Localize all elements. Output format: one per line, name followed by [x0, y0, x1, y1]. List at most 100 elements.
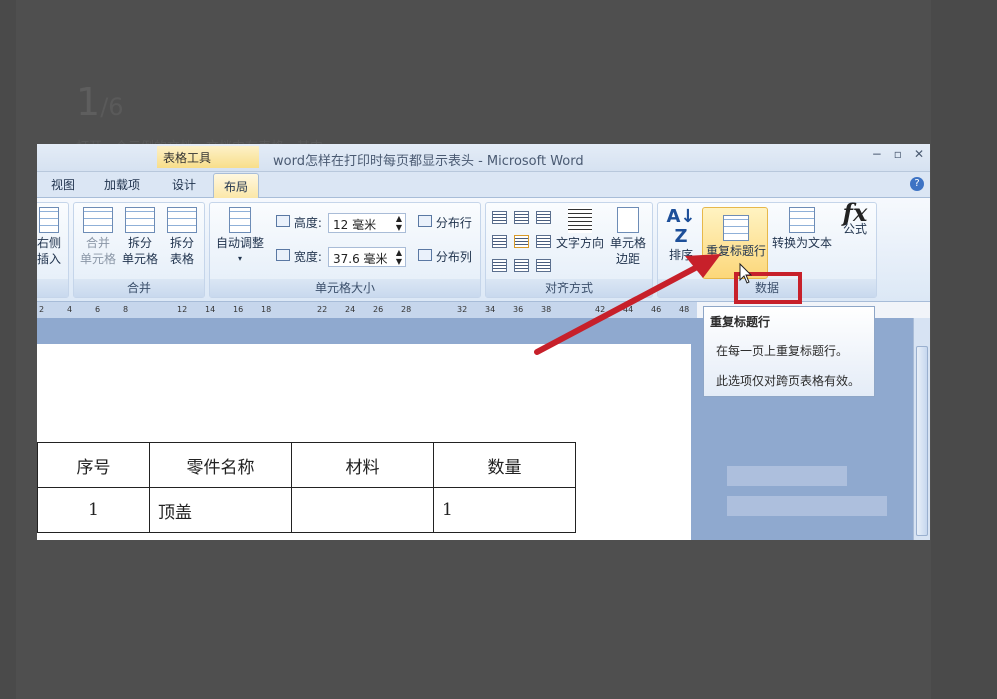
ribbon-tabs: 视图 加载项 设计 布局 ?	[37, 172, 930, 198]
height-input[interactable]: 12 毫米 ▲ ▼	[328, 213, 406, 233]
table-cell[interactable]	[291, 487, 434, 533]
sort-button[interactable]: A↓ Z 排序	[664, 207, 698, 263]
cell-size-group: 自动调整 ▾ 高度: 12 毫米 ▲ ▼ 宽度: 37.6 毫米 ▲ ▼ 分布行 分布列…	[209, 202, 481, 298]
ruler-tick: 46	[651, 305, 662, 314]
scrollbar-thumb[interactable]	[916, 346, 928, 536]
table-tools-context-tab: 表格工具	[157, 146, 259, 168]
autofit-button[interactable]: 自动调整 ▾	[212, 207, 268, 267]
height-spinner-icon[interactable]: ▲ ▼	[396, 214, 402, 232]
autofit-dropdown-icon: ▾	[237, 254, 242, 263]
tab-view[interactable]: 视图	[51, 176, 75, 193]
fx-icon: fx	[842, 198, 868, 227]
width-icon	[276, 249, 290, 261]
repeat-header-label: 重复标题行	[705, 244, 766, 258]
align-bottom-center-icon[interactable]	[514, 259, 529, 272]
ruler-tick: 32	[457, 305, 468, 314]
rows-columns-group-partial: 右侧 插入	[37, 202, 69, 298]
split-table-button[interactable]: 拆分 表格	[162, 207, 202, 267]
align-middle-center-icon[interactable]	[514, 235, 529, 248]
rows-group-label	[37, 279, 68, 297]
ruler-tick: 2	[39, 305, 45, 314]
repeat-header-rows-button[interactable]: 重复标题行	[702, 207, 770, 259]
distribute-rows-label: 分布行	[435, 216, 472, 230]
alignment-group: 文字方向 单元格 边距 对齐方式	[485, 202, 653, 298]
cell-margins-icon	[617, 207, 639, 233]
align-bottom-right-icon[interactable]	[536, 259, 551, 272]
ruler-tick: 4	[67, 305, 73, 314]
step-current: 1	[76, 80, 101, 124]
cell-margins-button[interactable]: 单元格 边距	[606, 207, 650, 267]
convert-to-text-button[interactable]: 转换为文本	[770, 207, 834, 251]
ruler-tick: 38	[541, 305, 552, 314]
cell-size-group-label: 单元格大小	[210, 279, 480, 297]
align-top-left-icon[interactable]	[492, 211, 507, 224]
insert-right-icon	[39, 207, 59, 233]
width-input[interactable]: 37.6 毫米 ▲ ▼	[328, 247, 406, 267]
vertical-scrollbar[interactable]	[913, 318, 930, 540]
text-direction-button[interactable]: 文字方向	[556, 207, 604, 251]
header-cell[interactable]: 零件名称	[149, 442, 292, 488]
autofit-label: 自动调整	[215, 236, 264, 250]
split-cells-button[interactable]: 拆分 单元格	[120, 207, 160, 267]
distribute-rows-icon	[418, 215, 432, 227]
table-header-row: 序号 零件名称 材料 数量	[37, 442, 576, 488]
table-cell[interactable]: 1	[37, 487, 150, 533]
height-value: 12 毫米	[333, 218, 377, 232]
align-bottom-left-icon[interactable]	[492, 259, 507, 272]
merge-cells-label-2: 单元格	[79, 252, 116, 266]
window-title: word怎样在打印时每页都显示表头 - Microsoft Word	[273, 154, 584, 169]
word-screenshot: 表格工具 word怎样在打印时每页都显示表头 - Microsoft Word …	[37, 144, 930, 540]
split-cells-icon	[125, 207, 155, 233]
formula-button[interactable]: fx 公式	[836, 198, 874, 237]
ruler-tick: 34	[485, 305, 496, 314]
split-table-label-2: 表格	[169, 252, 194, 266]
ruler-tick: 42	[595, 305, 606, 314]
header-cell[interactable]: 材料	[291, 442, 434, 488]
table-cell[interactable]: 1	[433, 487, 576, 533]
align-top-right-icon[interactable]	[536, 211, 551, 224]
split-cells-label-2: 单元格	[121, 252, 158, 266]
tooltip-note: 此选项仅对跨页表格有效。	[716, 374, 861, 388]
cell-margins-label-1: 单元格	[609, 236, 646, 250]
align-top-center-icon[interactable]	[514, 211, 529, 224]
width-spinner-icon[interactable]: ▲ ▼	[396, 248, 402, 266]
alignment-group-label: 对齐方式	[486, 279, 652, 297]
formula-label: 公式	[842, 222, 867, 236]
table-cell[interactable]: 顶盖	[149, 487, 292, 533]
header-cell[interactable]: 序号	[37, 442, 150, 488]
minimize-icon[interactable]: −	[872, 147, 882, 161]
ruler-tick: 36	[513, 305, 524, 314]
ruler-tick: 12	[177, 305, 188, 314]
tooltip-description: 在每一页上重复标题行。	[716, 344, 849, 358]
convert-to-text-label: 转换为文本	[771, 236, 832, 250]
width-label: 宽度:	[276, 249, 322, 265]
ruler-tick: 44	[623, 305, 634, 314]
ruler-tick: 22	[317, 305, 328, 314]
blurred-content	[727, 496, 887, 516]
ruler-tick: 8	[123, 305, 129, 314]
restore-icon[interactable]: ▫	[894, 147, 902, 161]
merge-cells-label-1: 合并	[85, 236, 110, 250]
merge-cells-button[interactable]: 合并 单元格	[78, 207, 118, 267]
merge-cells-icon	[83, 207, 113, 233]
distribute-cols-button[interactable]: 分布列	[418, 249, 472, 265]
align-middle-left-icon[interactable]	[492, 235, 507, 248]
help-icon[interactable]: ?	[910, 177, 924, 191]
tab-layout[interactable]: 布局	[213, 173, 260, 198]
insert-right-button[interactable]: 右侧 插入	[37, 207, 64, 267]
ruler-tick: 16	[233, 305, 244, 314]
close-icon[interactable]: ✕	[914, 147, 924, 161]
blurred-content	[727, 466, 847, 486]
width-value: 37.6 毫米	[333, 252, 388, 266]
tab-addins[interactable]: 加载项	[104, 176, 140, 193]
distribute-rows-button[interactable]: 分布行	[418, 215, 472, 231]
autofit-icon	[229, 207, 251, 233]
table-row: 1 顶盖 1	[37, 487, 576, 533]
red-highlight-box	[734, 272, 802, 304]
header-cell[interactable]: 数量	[433, 442, 576, 488]
merge-group-label: 合并	[74, 279, 204, 297]
step-counter: 1/6	[76, 80, 124, 124]
tab-design[interactable]: 设计	[172, 176, 196, 193]
align-middle-right-icon[interactable]	[536, 235, 551, 248]
sort-label: 排序	[668, 248, 693, 262]
